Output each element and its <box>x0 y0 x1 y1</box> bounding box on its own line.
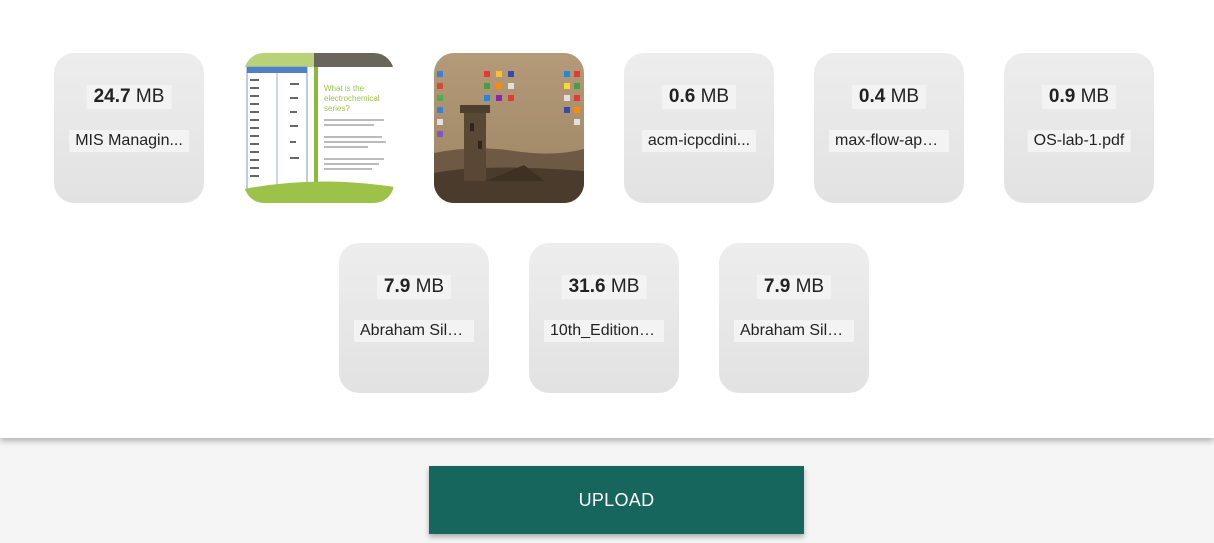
file-size: 7.9 MB <box>376 275 452 299</box>
file-name: max-flow-app... <box>829 130 949 152</box>
desktop-castle-thumbnail <box>434 53 584 203</box>
image-tile-desktop-screenshot[interactable] <box>434 53 584 203</box>
file-name: Abraham Silb... <box>734 320 854 342</box>
file-name: 10th_Edition_... <box>544 320 664 342</box>
svg-text:What is the: What is the <box>324 84 365 93</box>
file-size: 0.6 MB <box>661 85 737 109</box>
file-size: 31.6 MB <box>561 275 647 299</box>
file-tile[interactable]: 31.6 MB 10th_Edition_... <box>529 243 679 393</box>
file-size: 7.9 MB <box>756 275 832 299</box>
file-size: 24.7 MB <box>86 85 172 109</box>
file-name: acm-icpcdini... <box>641 130 757 152</box>
file-size: 0.9 MB <box>1041 85 1117 109</box>
file-tile[interactable]: 0.4 MB max-flow-app... <box>814 53 964 203</box>
svg-text:electrochemical: electrochemical <box>324 94 380 103</box>
image-tile-chemistry-slide[interactable]: What is the electrochemical series? <box>244 53 394 203</box>
file-tile[interactable]: 7.9 MB Abraham Silb... <box>719 243 869 393</box>
file-tile[interactable]: 0.6 MB acm-icpcdini... <box>624 53 774 203</box>
svg-text:series?: series? <box>324 104 350 113</box>
file-name: Abraham Silb... <box>354 320 474 342</box>
file-name: OS-lab-1.pdf <box>1027 130 1131 152</box>
upload-button[interactable]: UPLOAD <box>429 466 804 534</box>
file-tile[interactable]: 24.7 MB MIS Managin... <box>54 53 204 203</box>
file-tile[interactable]: 0.9 MB OS-lab-1.pdf <box>1004 53 1154 203</box>
file-tile[interactable]: 7.9 MB Abraham Silb... <box>339 243 489 393</box>
file-name: MIS Managin... <box>69 130 189 152</box>
file-preview-panel: 24.7 MB MIS Managin... What is the elect… <box>0 0 1214 438</box>
chemistry-slide-thumbnail: What is the electrochemical series? <box>244 53 394 203</box>
file-size: 0.4 MB <box>851 85 927 109</box>
